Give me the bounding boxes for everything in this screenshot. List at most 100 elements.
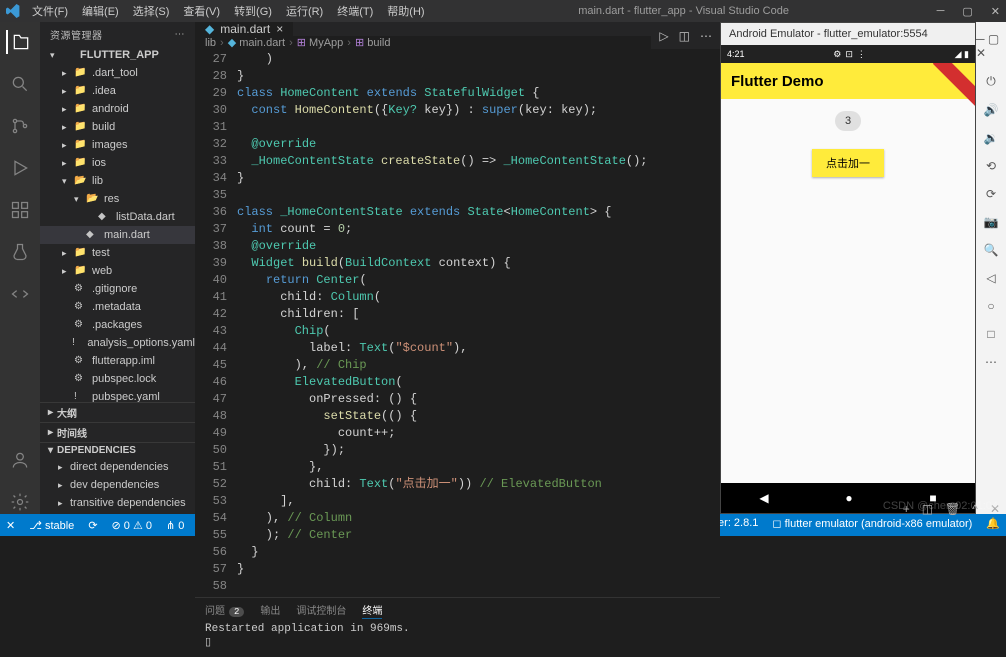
power-icon[interactable]: ⏻ xyxy=(986,74,996,89)
terminal-tab[interactable]: 调试控制台 xyxy=(296,602,346,619)
menu-item[interactable]: 终端(T) xyxy=(331,1,379,21)
tree-item[interactable]: !pubspec.yaml xyxy=(40,388,195,402)
bug-icon: ⊡ xyxy=(845,49,853,60)
tree-item[interactable]: ▸📁android xyxy=(40,100,195,118)
menu-bar: 文件(F)编辑(E)选择(S)查看(V)转到(G)运行(R)终端(T)帮助(H) xyxy=(26,1,431,21)
settings-gear-icon[interactable] xyxy=(8,490,32,514)
tree-item[interactable]: ⚙flutterapp.iml xyxy=(40,352,195,370)
tree-item[interactable]: ▾FLUTTER_APP xyxy=(40,46,195,64)
minimize-icon[interactable]: ─ xyxy=(937,5,945,18)
rotate-right-icon[interactable]: ⟳ xyxy=(986,187,996,201)
tree-item[interactable]: ▸📁ios xyxy=(40,154,195,172)
min-icon[interactable]: ─ ▢ ✕ xyxy=(976,32,1002,60)
status-item[interactable]: ⎇ stable xyxy=(29,519,74,532)
tree-item[interactable]: ▸📁images xyxy=(40,136,195,154)
test-icon[interactable] xyxy=(8,240,32,264)
line-gutter: 2728293031323334353637383940414243444546… xyxy=(195,49,237,597)
tree-item[interactable]: ▸📁build xyxy=(40,118,195,136)
tree-item[interactable]: ▸📁web xyxy=(40,262,195,280)
status-item[interactable]: 🔔 xyxy=(986,517,1000,533)
menu-item[interactable]: 运行(R) xyxy=(280,1,329,21)
zoom-icon[interactable]: 🔍 xyxy=(984,243,999,257)
split-icon[interactable]: ◫ xyxy=(679,29,690,43)
watermark: CSDN @chen.02:01:04 xyxy=(883,500,998,512)
tree-item[interactable]: ▸dev dependencies xyxy=(40,476,195,494)
tree-item[interactable]: ▸📁.dart_tool xyxy=(40,64,195,82)
more-emu-icon[interactable]: ⋯ xyxy=(985,355,997,369)
source-control-icon[interactable] xyxy=(8,114,32,138)
status-item[interactable]: ⋔ 0 xyxy=(166,519,184,532)
emulator-toolbar: ─ ▢ ✕ ⏻ 🔊 🔉 ⟲ ⟳ 📷 🔍 ◁ ○ □ ⋯ xyxy=(976,22,1006,514)
home-icon[interactable]: ○ xyxy=(987,299,994,313)
gear-icon: ⚙ xyxy=(833,49,841,60)
nav-back-icon[interactable]: ◀ xyxy=(759,491,768,505)
tree-item[interactable]: ▾📂lib xyxy=(40,172,195,190)
more-icon[interactable]: ⋯ xyxy=(175,29,186,40)
tree-item[interactable]: ◆main.dart xyxy=(40,226,195,244)
emulator-title: Android Emulator - flutter_emulator:5554 xyxy=(721,23,975,45)
sidebar-section[interactable]: ▾DEPENDENCIES xyxy=(40,442,195,458)
menu-item[interactable]: 转到(G) xyxy=(228,1,278,21)
file-tree: ▾FLUTTER_APP▸📁.dart_tool▸📁.idea▸📁android… xyxy=(40,46,195,402)
menu-item[interactable]: 查看(V) xyxy=(177,1,226,21)
menu-item[interactable]: 选择(S) xyxy=(127,1,176,21)
maximize-icon[interactable]: ▢ xyxy=(962,5,972,18)
code-editor[interactable]: ) } class HomeContent extends StatefulWi… xyxy=(237,49,720,597)
tree-item[interactable]: ⚙.packages xyxy=(40,316,195,334)
sidebar: 资源管理器 ⋯ ▾FLUTTER_APP▸📁.dart_tool▸📁.idea▸… xyxy=(40,22,195,514)
sidebar-title: 资源管理器 xyxy=(50,27,103,42)
tree-item[interactable]: ▸📁test xyxy=(40,244,195,262)
rotate-left-icon[interactable]: ⟲ xyxy=(986,159,996,173)
run-icon[interactable]: ▷ xyxy=(659,29,668,43)
activity-bar xyxy=(0,22,40,514)
overview-icon[interactable]: □ xyxy=(987,327,994,341)
sidebar-section[interactable]: ▸时间线 xyxy=(40,422,195,442)
account-icon[interactable] xyxy=(8,448,32,472)
sidebar-section[interactable]: ▸大纲 xyxy=(40,402,195,422)
tree-item[interactable]: !analysis_options.yaml xyxy=(40,334,195,352)
terminal-cursor: ▯ xyxy=(205,635,710,649)
explorer-icon[interactable] xyxy=(6,30,32,54)
editor-actions: ▷ ◫ ⋯ xyxy=(651,22,720,50)
editor-tab-main[interactable]: ◆ main.dart × xyxy=(195,22,294,36)
back-icon[interactable]: ◁ xyxy=(986,271,995,285)
menu-item[interactable]: 帮助(H) xyxy=(381,1,430,21)
nav-home-icon[interactable]: ● xyxy=(845,491,852,505)
tree-item[interactable]: ▸transitive dependencies xyxy=(40,494,195,512)
counter-chip: 3 xyxy=(835,111,861,131)
titlebar: 文件(F)编辑(E)选择(S)查看(V)转到(G)运行(R)终端(T)帮助(H)… xyxy=(0,0,1006,22)
status-item[interactable]: ◻ flutter emulator (android-x86 emulator… xyxy=(772,517,972,533)
tab-title: main.dart xyxy=(220,22,270,36)
volume-down-icon[interactable]: 🔉 xyxy=(984,131,999,145)
run-debug-icon[interactable] xyxy=(8,156,32,180)
close-icon[interactable]: ✕ xyxy=(991,5,1000,18)
terminal-tab[interactable]: 输出 xyxy=(260,602,280,619)
menu-item[interactable]: 文件(F) xyxy=(26,1,74,21)
tree-item[interactable]: ▾📂res xyxy=(40,190,195,208)
tree-item[interactable]: ⚙pubspec.lock xyxy=(40,370,195,388)
tree-item[interactable]: ◆listData.dart xyxy=(40,208,195,226)
terminal-tab[interactable]: 终端 xyxy=(362,602,382,619)
tree-item[interactable]: ⚙.metadata xyxy=(40,298,195,316)
search-icon[interactable] xyxy=(8,72,32,96)
app-bar: Flutter Demo xyxy=(721,63,975,99)
volume-up-icon[interactable]: 🔊 xyxy=(984,103,999,117)
more-actions-icon[interactable]: ⋯ xyxy=(700,29,712,43)
remote-icon[interactable] xyxy=(8,282,32,306)
android-emulator: Android Emulator - flutter_emulator:5554… xyxy=(720,22,976,514)
dots-icon: ⋮ xyxy=(857,49,866,60)
terminal-tab[interactable]: 问题2 xyxy=(205,602,244,619)
breadcrumb[interactable]: lib›◆ main.dart›⊞ MyApp›⊞ build xyxy=(195,36,720,49)
tree-item[interactable]: ▸direct dependencies xyxy=(40,458,195,476)
increment-button[interactable]: 点击加一 xyxy=(812,149,884,177)
tree-item[interactable]: ⚙.gitignore xyxy=(40,280,195,298)
status-item[interactable]: ⊘ 0 ⚠ 0 xyxy=(112,519,152,532)
tree-item[interactable]: ▸📁.idea xyxy=(40,82,195,100)
status-item[interactable]: ✕ xyxy=(6,519,15,532)
vscode-logo-icon xyxy=(6,4,20,18)
camera-icon[interactable]: 📷 xyxy=(984,215,999,229)
menu-item[interactable]: 编辑(E) xyxy=(76,1,125,21)
tab-close-icon[interactable]: × xyxy=(276,22,283,36)
status-item[interactable]: ⟳ xyxy=(88,519,97,532)
extensions-icon[interactable] xyxy=(8,198,32,222)
